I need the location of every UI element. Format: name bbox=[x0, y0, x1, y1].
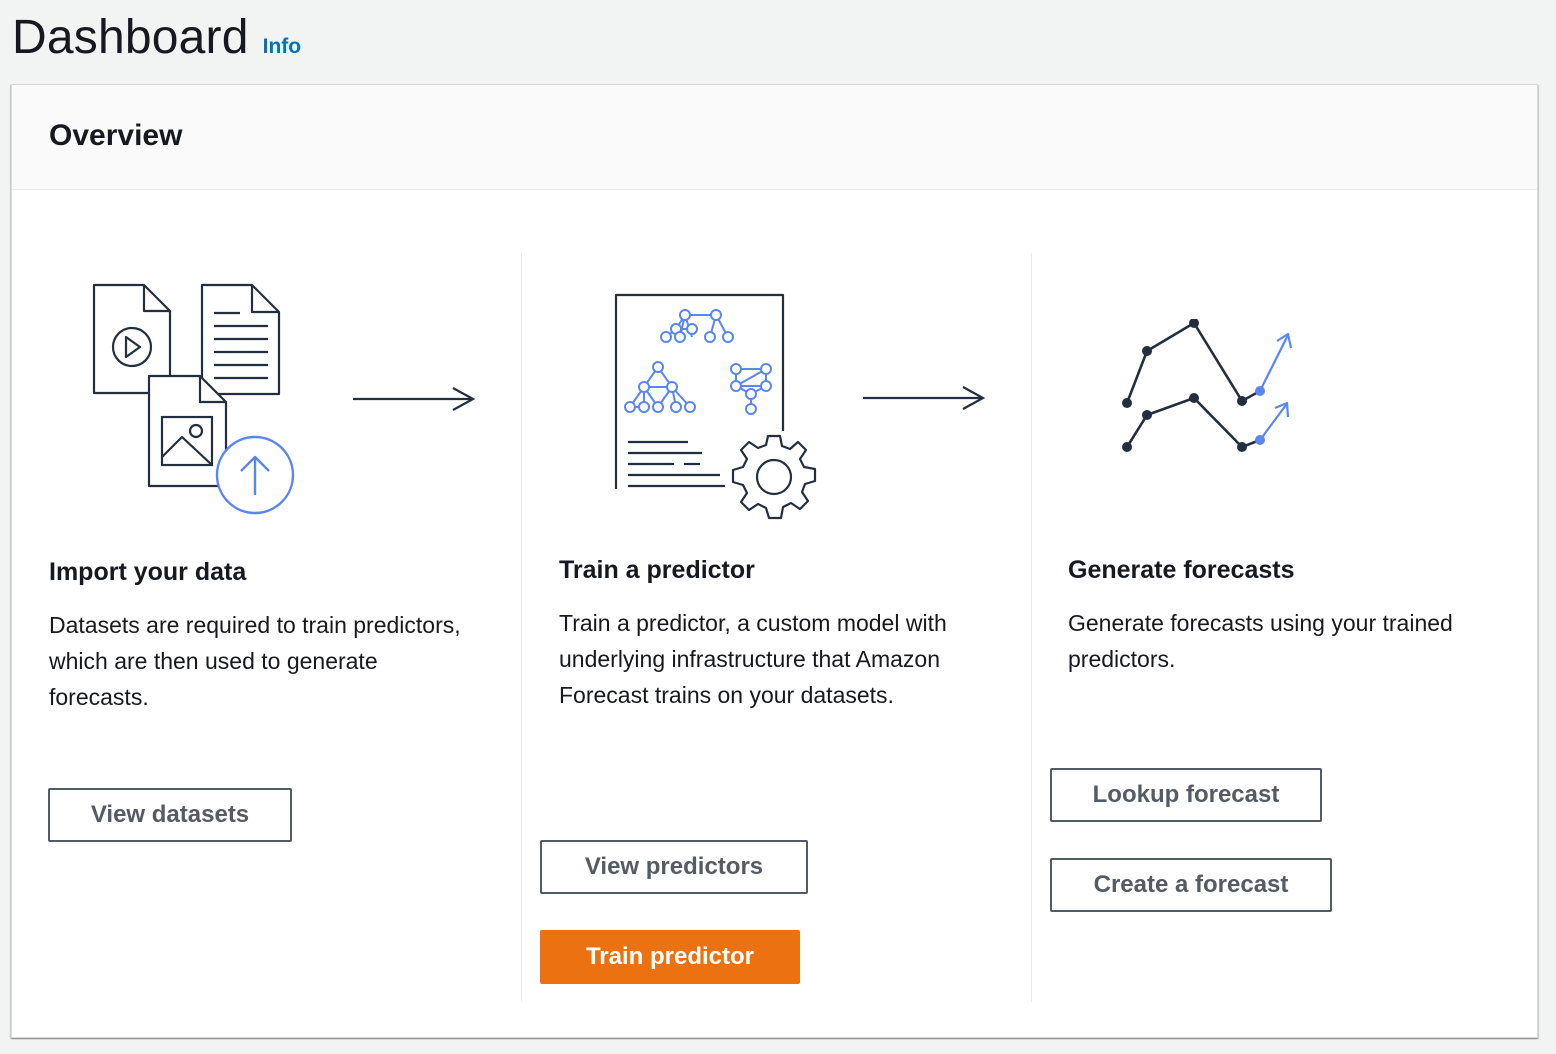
overview-title: Overview bbox=[49, 119, 183, 152]
info-link[interactable]: Info bbox=[263, 35, 301, 59]
page-header: Dashboard Info bbox=[12, 10, 301, 65]
train-predictor-illustration-icon bbox=[614, 293, 817, 520]
column-divider bbox=[1031, 253, 1032, 1002]
step-description-train-predictor: Train a predictor, a custom model with u… bbox=[559, 610, 947, 708]
generate-forecasts-illustration-icon bbox=[1122, 319, 1293, 452]
overview-header: Overview bbox=[12, 85, 1537, 190]
step-title-generate-forecasts: Generate forecasts bbox=[1068, 556, 1295, 584]
step-description-generate-forecasts: Generate forecasts using your trained pr… bbox=[1068, 610, 1453, 672]
lookup-forecast-button[interactable]: Lookup forecast bbox=[1050, 768, 1322, 822]
step-title-train-predictor: Train a predictor bbox=[559, 556, 755, 584]
arrow-right-icon bbox=[863, 386, 986, 410]
page-title: Dashboard bbox=[12, 11, 249, 64]
view-predictors-button[interactable]: View predictors bbox=[540, 840, 808, 894]
import-data-illustration-icon bbox=[92, 283, 295, 515]
column-divider bbox=[521, 253, 522, 1002]
train-predictor-button[interactable]: Train predictor bbox=[540, 930, 800, 984]
overview-container: Overview Import your data Datasets are r… bbox=[11, 84, 1538, 1038]
step-description-import-data: Datasets are required to train predictor… bbox=[49, 612, 461, 710]
step-title-import-data: Import your data bbox=[49, 558, 247, 586]
arrow-right-icon bbox=[353, 387, 476, 411]
create-forecast-button[interactable]: Create a forecast bbox=[1050, 858, 1332, 912]
view-datasets-button[interactable]: View datasets bbox=[48, 788, 292, 842]
